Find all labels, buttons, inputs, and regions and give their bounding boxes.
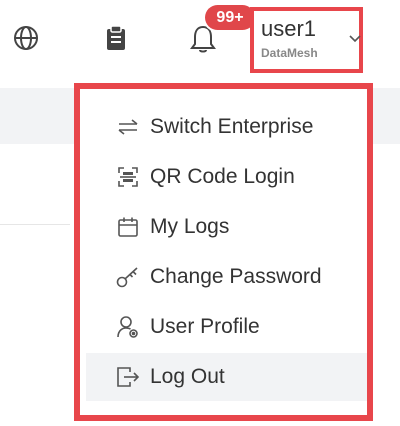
notification-badge: 99+ xyxy=(205,5,255,30)
menu-item-change-password[interactable]: Change Password xyxy=(86,253,367,301)
qr-scan-icon xyxy=(116,165,140,189)
menu-item-label: User Profile xyxy=(150,315,260,338)
menu-item-label: Log Out xyxy=(150,365,225,388)
menu-item-label: Change Password xyxy=(150,265,322,288)
calendar-icon xyxy=(116,215,140,239)
key-icon xyxy=(116,265,140,289)
menu-item-label: Switch Enterprise xyxy=(150,115,314,138)
user-account-button[interactable]: user1 DataMesh xyxy=(250,7,363,73)
switch-icon xyxy=(116,115,140,139)
user-organization: DataMesh xyxy=(261,46,318,60)
chevron-down-icon[interactable] xyxy=(348,30,368,46)
menu-item-label: My Logs xyxy=(150,215,230,238)
menu-item-qr-code-login[interactable]: QR Code Login xyxy=(86,153,367,201)
menu-item-label: QR Code Login xyxy=(150,165,295,188)
logout-icon xyxy=(116,365,140,389)
menu-item-my-logs[interactable]: My Logs xyxy=(86,203,367,251)
menu-item-switch-enterprise[interactable]: Switch Enterprise xyxy=(86,103,367,151)
user-settings-icon xyxy=(116,315,140,339)
menu-item-user-profile[interactable]: User Profile xyxy=(86,303,367,351)
user-dropdown-menu: Switch Enterprise QR Code Login My Logs … xyxy=(74,83,373,421)
page-divider xyxy=(0,224,70,225)
menu-item-log-out[interactable]: Log Out xyxy=(86,353,367,401)
globe-icon[interactable] xyxy=(10,22,42,54)
user-name: user1 xyxy=(261,16,317,41)
clipboard-icon[interactable] xyxy=(100,22,132,54)
